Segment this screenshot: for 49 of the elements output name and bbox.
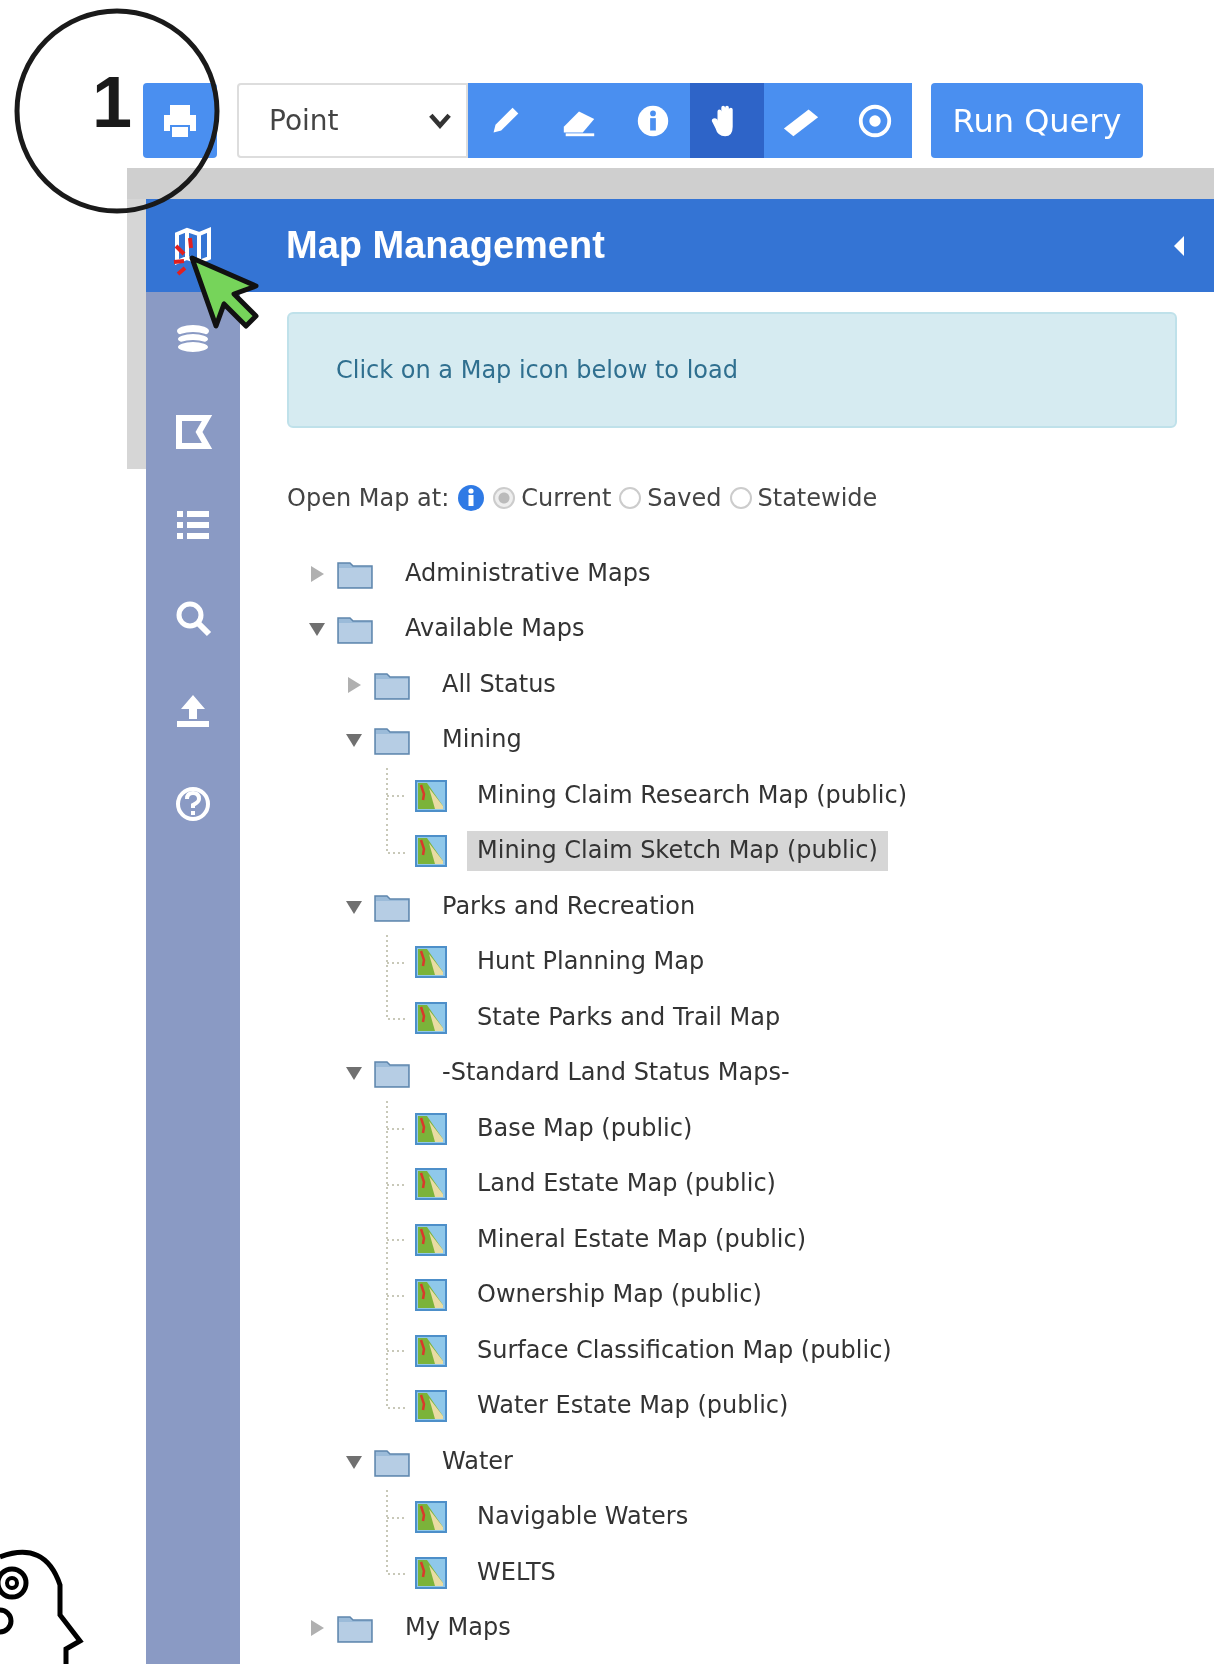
open-map-label: Open Map at: (287, 484, 450, 512)
folder-label[interactable]: -Standard Land Status Maps- (432, 1053, 800, 1094)
info-message: Click on a Map icon below to load (287, 312, 1177, 428)
folder-label[interactable]: Administrative Maps (395, 553, 661, 594)
folder-icon (374, 725, 410, 756)
map-link[interactable]: State Parks and Trail Map (467, 997, 791, 1038)
geometry-dropdown[interactable]: Point (237, 83, 468, 158)
folder-label[interactable]: My Maps (395, 1608, 521, 1649)
map-thumbnail-icon (415, 1556, 447, 1589)
folder-label[interactable]: Mining (432, 720, 532, 761)
map-thumbnail-icon (415, 1001, 447, 1034)
map-tool-button[interactable] (690, 83, 764, 158)
map-thumbnail-icon (415, 1112, 447, 1145)
map-thumbnail-icon (415, 1501, 447, 1534)
folder-icon (337, 1613, 373, 1644)
map-icon (173, 225, 213, 266)
folder-icon (374, 1058, 410, 1089)
folder-label[interactable]: Parks and Recreation (432, 886, 706, 927)
map-thumbnail-icon (415, 1223, 447, 1256)
map-link[interactable]: Mining Claim Sketch Map (public) (467, 831, 888, 872)
map-link[interactable]: Mining Claim Research Map (public) (467, 775, 918, 816)
map-thumbnail-icon (415, 835, 447, 868)
map-link[interactable]: Land Estate Map (public) (467, 1164, 786, 1205)
map-thumbnail-icon (415, 1168, 447, 1201)
radio-option[interactable]: Saved (619, 484, 722, 512)
radio-option[interactable]: Statewide (729, 484, 878, 512)
map-link[interactable]: Ownership Map (public) (467, 1275, 772, 1316)
panel-title: Map Management (286, 224, 605, 267)
radio-option[interactable]: Current (493, 484, 612, 512)
map-link[interactable]: Mineral Estate Map (public) (467, 1219, 817, 1260)
folder-label[interactable]: All Status (432, 664, 566, 705)
map-thumbnail-icon (415, 1279, 447, 1312)
folder-label[interactable]: Water (432, 1441, 523, 1482)
info-icon[interactable] (457, 484, 486, 512)
map-thumbnail-icon (415, 946, 447, 979)
map-link[interactable]: WELTS (467, 1552, 566, 1593)
folder-icon (337, 614, 373, 645)
step-number: 1 (92, 66, 133, 138)
map-link[interactable]: Water Estate Map (public) (467, 1386, 799, 1427)
map-link[interactable]: Hunt Planning Map (467, 942, 715, 983)
map-link[interactable]: Base Map (public) (467, 1108, 703, 1149)
folder-label[interactable]: Available Maps (395, 609, 595, 650)
map-thumbnail-icon (415, 1390, 447, 1423)
chevron-down-icon (428, 112, 452, 129)
map-link[interactable]: Navigable Waters (467, 1497, 699, 1538)
map-thumbnail-icon (415, 779, 447, 812)
map-thumbnail-icon (415, 1334, 447, 1367)
print-button[interactable] (143, 83, 217, 158)
map-link[interactable]: Surface Classification Map (public) (467, 1330, 902, 1371)
